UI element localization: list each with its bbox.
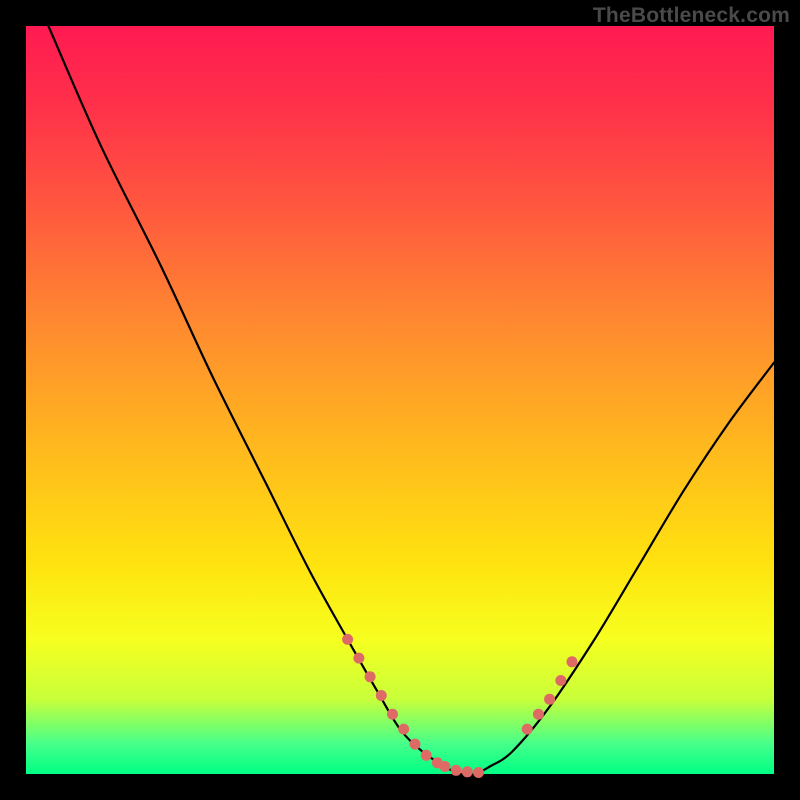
curve-marker — [365, 671, 376, 682]
curve-marker — [387, 709, 398, 720]
marker-cluster-left — [342, 634, 484, 778]
curve-marker — [462, 766, 473, 777]
curve-marker — [410, 739, 421, 750]
curve-marker — [555, 675, 566, 686]
curve-marker — [398, 724, 409, 735]
plot-area — [26, 26, 774, 774]
curve-marker — [353, 653, 364, 664]
curve-marker — [473, 767, 484, 778]
curve-svg — [26, 26, 774, 774]
curve-marker — [533, 709, 544, 720]
watermark-text: TheBottleneck.com — [593, 4, 790, 28]
curve-marker — [567, 656, 578, 667]
curve-marker — [451, 765, 462, 776]
curve-marker — [522, 724, 533, 735]
curve-marker — [544, 694, 555, 705]
chart-frame: TheBottleneck.com — [0, 0, 800, 800]
bottleneck-curve — [48, 26, 774, 775]
curve-marker — [376, 690, 387, 701]
curve-marker — [342, 634, 353, 645]
curve-marker — [439, 761, 450, 772]
marker-cluster-right — [522, 656, 578, 734]
curve-marker — [421, 750, 432, 761]
